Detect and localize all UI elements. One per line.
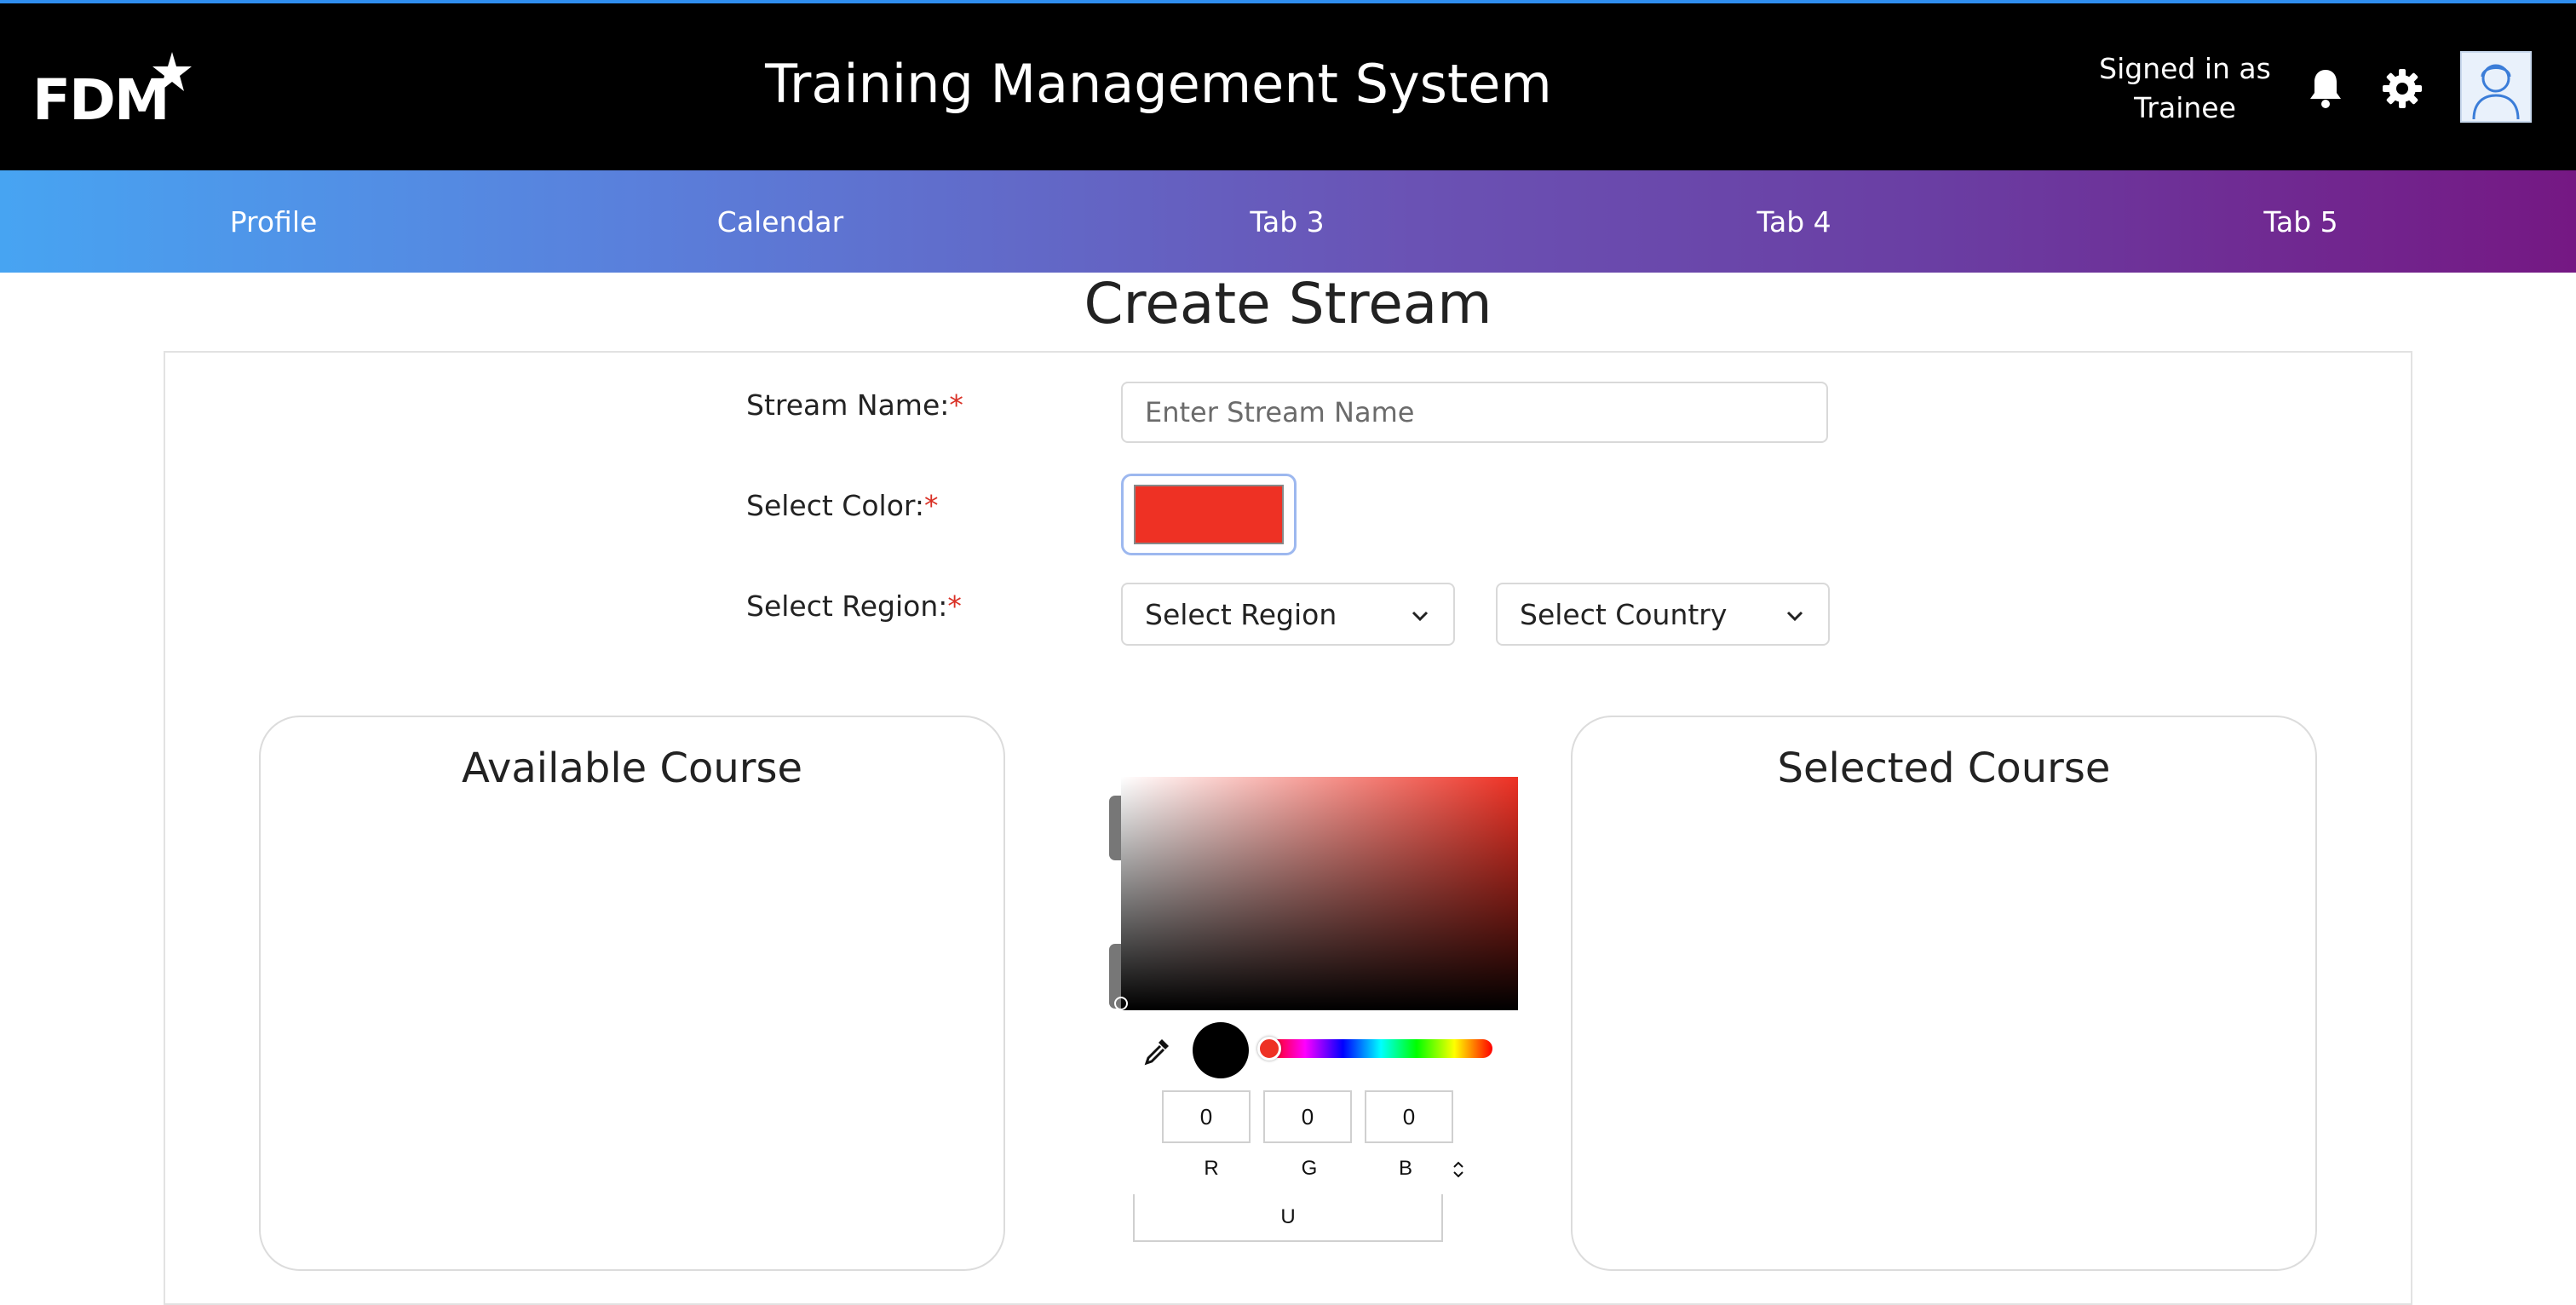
blue-label: B: [1398, 1157, 1412, 1180]
format-toggle-icon[interactable]: [1448, 1158, 1469, 1181]
signed-in-status: Signed in as Trainee: [2079, 49, 2291, 128]
saturation-area[interactable]: [1121, 777, 1518, 1010]
required-marker: *: [947, 589, 962, 623]
color-swatch: [1134, 485, 1284, 544]
blue-value-input[interactable]: 0: [1365, 1090, 1453, 1143]
available-course-title: Available Course: [461, 744, 803, 792]
user-avatar[interactable]: [2460, 51, 2532, 123]
green-value-input[interactable]: 0: [1263, 1090, 1352, 1143]
select-color-label: Select Color:*: [746, 489, 939, 522]
selected-course-panel: Selected Course: [1571, 716, 2317, 1271]
picker-footer: U: [1133, 1194, 1443, 1242]
region-select-value: Select Region: [1145, 597, 1337, 631]
color-input[interactable]: [1121, 474, 1297, 555]
stream-name-label: Stream Name:*: [746, 388, 963, 422]
required-marker: *: [949, 388, 963, 422]
red-label: R: [1204, 1157, 1219, 1180]
country-select-value: Select Country: [1520, 597, 1728, 631]
color-preview: [1193, 1022, 1249, 1078]
tab-3[interactable]: Tab 3: [1159, 170, 1415, 273]
green-label: G: [1301, 1157, 1318, 1180]
red-value-input[interactable]: 0: [1162, 1090, 1251, 1143]
saturation-cursor[interactable]: [1114, 997, 1128, 1010]
bell-icon: [2310, 70, 2341, 108]
tab-4[interactable]: Tab 4: [1666, 170, 1922, 273]
picker-footer-text: U: [1280, 1205, 1296, 1228]
app-title: Training Management System: [765, 53, 1552, 115]
tab-profile[interactable]: Profile: [146, 170, 401, 273]
gear-icon: [2383, 69, 2422, 108]
hue-slider-thumb[interactable]: [1257, 1037, 1281, 1061]
notifications-button[interactable]: [2300, 63, 2351, 114]
page-title: Create Stream: [1084, 271, 1492, 336]
main-navigation: Profile Calendar Tab 3 Tab 4 Tab 5: [0, 170, 2576, 273]
chevron-down-icon: [1786, 611, 1803, 622]
chevron-down-icon: [1412, 611, 1429, 622]
avatar-icon: [2472, 64, 2520, 120]
signed-in-role: Trainee: [2134, 91, 2236, 124]
app-header: FDM Training Management System Signed in…: [0, 3, 2576, 170]
signed-in-label: Signed in as: [2099, 52, 2271, 85]
eyedropper-icon[interactable]: [1140, 1034, 1174, 1068]
region-select[interactable]: Select Region: [1121, 583, 1455, 646]
hue-slider[interactable]: [1269, 1039, 1492, 1058]
picker-handle: [1109, 796, 1121, 860]
available-course-panel: Available Course: [259, 716, 1005, 1271]
tab-calendar[interactable]: Calendar: [653, 170, 908, 273]
country-select[interactable]: Select Country: [1496, 583, 1830, 646]
settings-button[interactable]: [2377, 63, 2428, 114]
selected-course-title: Selected Course: [1777, 744, 2111, 792]
tab-5[interactable]: Tab 5: [2173, 170, 2429, 273]
select-region-label: Select Region:*: [746, 589, 962, 623]
stream-name-input[interactable]: [1121, 382, 1828, 443]
required-marker: *: [924, 489, 939, 522]
